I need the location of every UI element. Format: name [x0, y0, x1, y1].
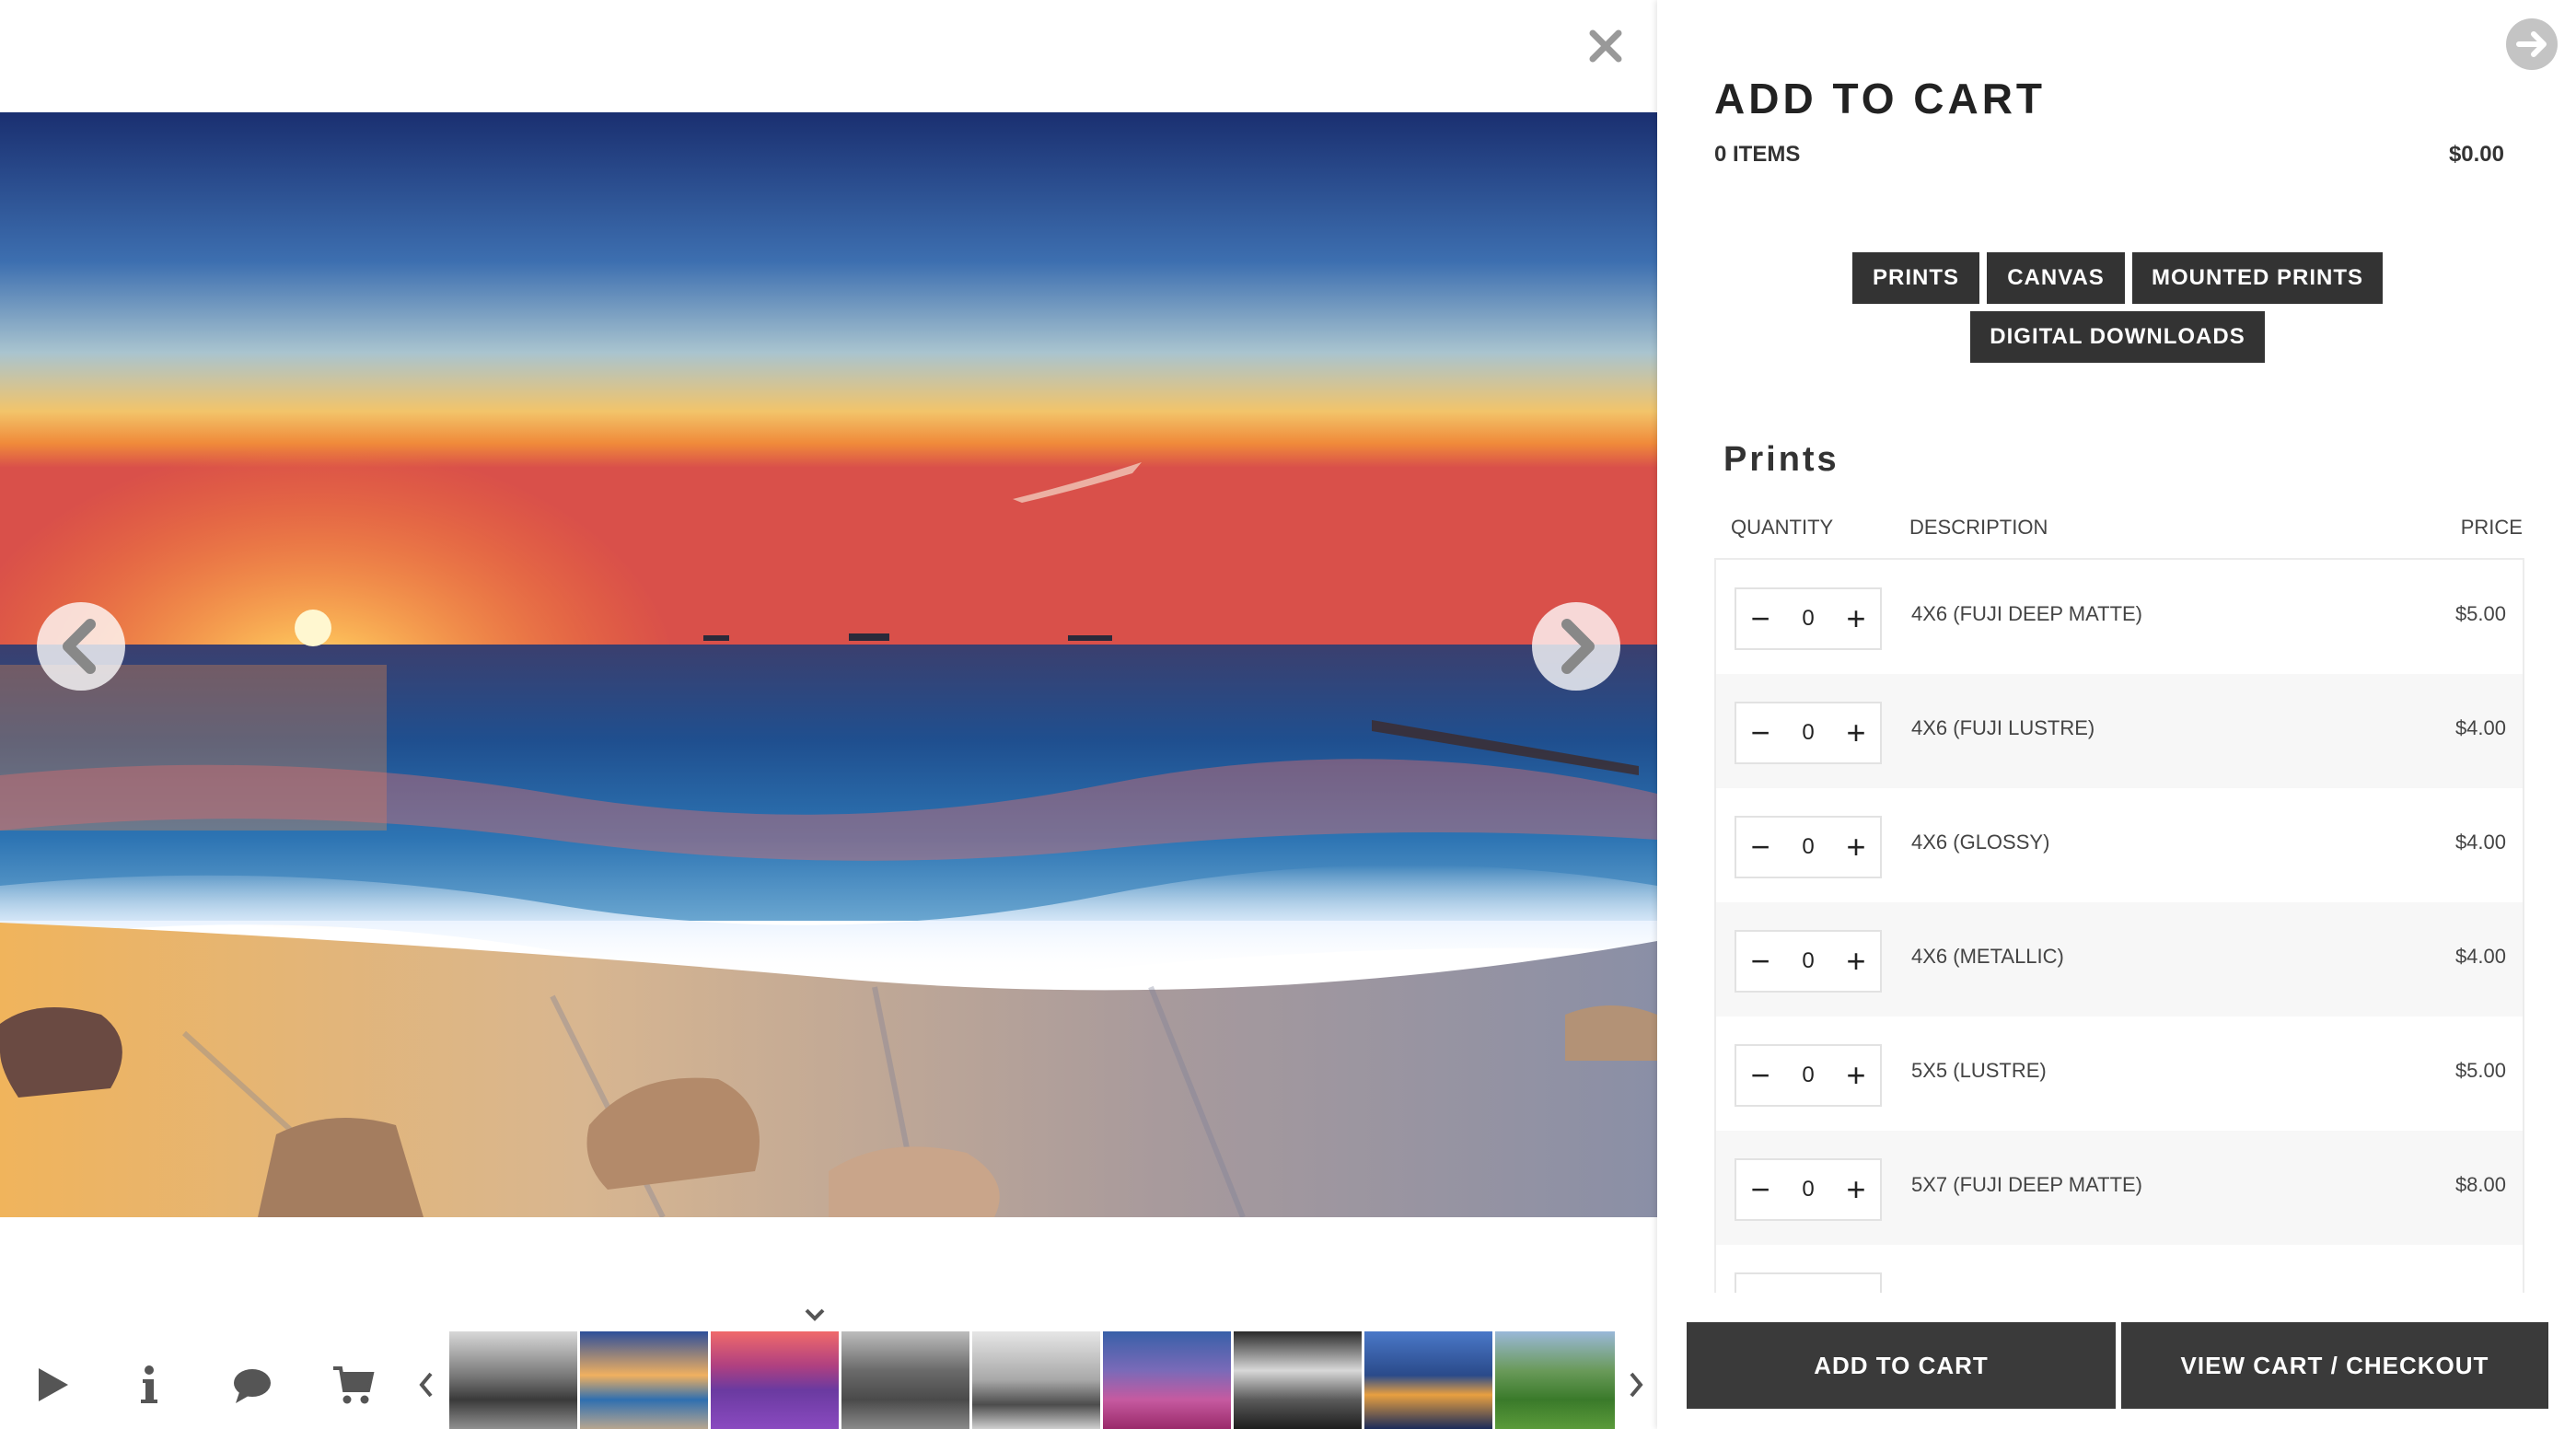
quantity-value[interactable]: [1784, 1274, 1832, 1293]
play-icon[interactable]: [28, 1361, 75, 1409]
tab-mounted-prints[interactable]: MOUNTED PRINTS: [2132, 252, 2383, 304]
viewer-toolbar: [0, 1330, 1657, 1429]
decrease-quantity-button[interactable]: −: [1736, 703, 1784, 762]
row-description: 4X6 (METALLIC): [1911, 945, 2064, 968]
table-row: − 0 + 4X6 (METALLIC) $4.00: [1716, 902, 2523, 1017]
info-icon[interactable]: [125, 1361, 173, 1409]
quantity-stepper: − 0 +: [1735, 587, 1882, 650]
table-row: − 0 + 5X7 (FUJI DEEP MATTE) $8.00: [1716, 1131, 2523, 1245]
increase-quantity-button[interactable]: +: [1832, 818, 1880, 877]
thumbnail[interactable]: [711, 1331, 839, 1429]
quantity-stepper: [1735, 1272, 1882, 1293]
row-price: $8.00: [2454, 1173, 2506, 1196]
prev-image-button[interactable]: [37, 602, 125, 691]
thumbnail[interactable]: [1234, 1331, 1362, 1429]
quantity-value[interactable]: 0: [1784, 818, 1832, 877]
add-to-cart-button[interactable]: ADD TO CART: [1687, 1322, 2116, 1409]
tab-digital-downloads[interactable]: DIGITAL DOWNLOADS: [1970, 311, 2265, 363]
decrease-quantity-button[interactable]: −: [1736, 932, 1784, 991]
row-price: $5.00: [2454, 1059, 2506, 1082]
increase-quantity-button[interactable]: +: [1832, 589, 1880, 648]
chevron-down-icon[interactable]: [803, 1306, 827, 1324]
thumbnail-strip: [449, 1331, 1615, 1429]
cart-total: $0.00: [2448, 142, 2504, 167]
thumbnail[interactable]: [580, 1331, 708, 1429]
tab-canvas[interactable]: CANVAS: [1987, 252, 2125, 304]
row-price: $4.00: [2454, 945, 2506, 968]
thumbnail[interactable]: [1495, 1331, 1615, 1429]
cart-title: ADD TO CART: [1714, 75, 2047, 122]
column-header-price: PRICE: [2460, 516, 2523, 539]
increase-quantity-button[interactable]: +: [1832, 1046, 1880, 1105]
decrease-quantity-button[interactable]: −: [1736, 1046, 1784, 1105]
row-description: 4X6 (FUJI DEEP MATTE): [1911, 602, 2143, 625]
view-cart-checkout-button[interactable]: VIEW CART / CHECKOUT: [2121, 1322, 2548, 1409]
arrow-right-circle-icon[interactable]: [2506, 18, 2558, 70]
quantity-stepper: − 0 +: [1735, 1158, 1882, 1221]
price-table: − 0 + 4X6 (FUJI DEEP MATTE) $5.00 − 0 + …: [1714, 558, 2524, 1293]
thumbnail[interactable]: [1364, 1331, 1492, 1429]
decrease-quantity-button[interactable]: −: [1736, 818, 1784, 877]
thumbs-next-button[interactable]: [1624, 1368, 1648, 1401]
thumbnail[interactable]: [449, 1331, 577, 1429]
table-row: − 0 + 4X6 (FUJI LUSTRE) $4.00: [1716, 674, 2523, 788]
thumbs-prev-button[interactable]: [414, 1368, 438, 1401]
thumbnail[interactable]: [972, 1331, 1100, 1429]
decrease-quantity-button[interactable]: −: [1736, 1160, 1784, 1219]
thumbnail[interactable]: [841, 1331, 969, 1429]
main-photo: [0, 112, 1657, 1217]
quantity-value[interactable]: 0: [1784, 932, 1832, 991]
chevron-right-icon: [1561, 619, 1595, 674]
row-description: 4X6 (GLOSSY): [1911, 831, 2050, 854]
quantity-value[interactable]: 0: [1784, 703, 1832, 762]
column-header-description: DESCRIPTION: [1909, 516, 2048, 539]
row-price: $4.00: [2454, 716, 2506, 739]
chevron-left-icon: [419, 1372, 433, 1398]
table-row: [1716, 1245, 2523, 1293]
image-viewer: [0, 0, 1657, 1429]
quantity-value[interactable]: 0: [1784, 589, 1832, 648]
quantity-stepper: − 0 +: [1735, 816, 1882, 878]
chevron-right-icon: [1630, 1372, 1643, 1398]
decrease-quantity-button[interactable]: −: [1736, 589, 1784, 648]
quantity-value[interactable]: 0: [1784, 1046, 1832, 1105]
cart-icon[interactable]: [330, 1361, 377, 1409]
row-price: $4.00: [2454, 831, 2506, 854]
quantity-stepper: − 0 +: [1735, 702, 1882, 764]
next-image-button[interactable]: [1532, 602, 1620, 691]
chevron-left-icon: [63, 619, 96, 674]
cart-items-count: 0 ITEMS: [1714, 142, 1801, 167]
lightbox: ADD TO CART 0 ITEMS $0.00 PRINTS CANVAS …: [0, 0, 2576, 1429]
close-icon[interactable]: [1585, 26, 1626, 66]
comment-icon[interactable]: [228, 1361, 276, 1409]
increase-quantity-button[interactable]: +: [1832, 1160, 1880, 1219]
increase-quantity-button[interactable]: +: [1832, 932, 1880, 991]
table-row: − 0 + 4X6 (GLOSSY) $4.00: [1716, 788, 2523, 902]
quantity-stepper: − 0 +: [1735, 930, 1882, 993]
table-row: − 0 + 4X6 (FUJI DEEP MATTE) $5.00: [1716, 560, 2523, 674]
thumbnail[interactable]: [1103, 1331, 1231, 1429]
row-description: 5X7 (FUJI DEEP MATTE): [1911, 1173, 2143, 1196]
row-price: $5.00: [2454, 602, 2506, 625]
increase-quantity-button[interactable]: +: [1832, 703, 1880, 762]
quantity-value[interactable]: 0: [1784, 1160, 1832, 1219]
row-description: 5X5 (LUSTRE): [1911, 1059, 2047, 1082]
table-row: − 0 + 5X5 (LUSTRE) $5.00: [1716, 1017, 2523, 1131]
cart-panel: ADD TO CART 0 ITEMS $0.00 PRINTS CANVAS …: [1657, 0, 2576, 1429]
row-description: 4X6 (FUJI LUSTRE): [1911, 716, 2095, 739]
column-header-quantity: QUANTITY: [1731, 516, 1834, 539]
section-title: Prints: [1723, 440, 1839, 479]
tab-prints[interactable]: PRINTS: [1852, 252, 1979, 304]
quantity-stepper: − 0 +: [1735, 1044, 1882, 1107]
